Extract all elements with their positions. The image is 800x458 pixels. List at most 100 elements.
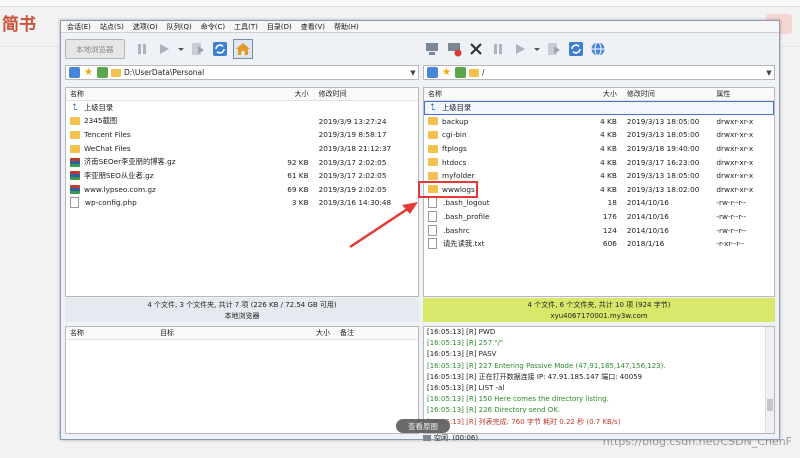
log-line: [16:05:13] [R] 150 Here comes the direct… [427, 395, 609, 404]
column-target[interactable]: 目标 [156, 328, 306, 338]
home-icon[interactable] [232, 39, 253, 59]
file-modified: 2019/3/13 18:05:00 [626, 171, 700, 181]
local-browser-button[interactable]: 本地浏览器 [65, 39, 125, 59]
dropdown-arrow-icon[interactable] [533, 40, 541, 58]
play-icon[interactable] [155, 40, 173, 58]
refresh-icon[interactable] [567, 40, 585, 58]
chevron-down-icon[interactable]: ▼ [408, 69, 418, 77]
file-name-cell: WeChat Files [66, 144, 255, 153]
menu-session[interactable]: 会话(E) [67, 22, 91, 32]
file-name: ftplogs [442, 144, 467, 154]
menu-help[interactable]: 帮助(H) [334, 22, 359, 32]
folder-icon [111, 68, 121, 77]
folder-icon [70, 117, 80, 126]
table-row[interactable]: 2345截图 2019/3/9 13:27:24 [66, 115, 418, 129]
table-row[interactable]: .bash_profile 176 2014/10/16 -rw-r--r-- [424, 210, 774, 224]
column-modified[interactable]: 修改时间 [315, 89, 418, 99]
table-row[interactable]: htdocs 4 KB 2019/3/17 16:23:00 drwxr-xr-x [424, 155, 774, 169]
pause-icon[interactable] [133, 40, 151, 58]
remote-status-summary: 4 个文件, 6 个文件夹, 共计 10 项 (924 字节) [527, 301, 671, 309]
file-modified: 2014/10/16 [626, 198, 669, 208]
remote-path-text[interactable]: / [482, 68, 764, 77]
file-modified: 2019/3/19 8:58:17 [318, 130, 387, 140]
transfer-icon[interactable] [545, 40, 563, 58]
local-path-text[interactable]: D:\UserData\Personal [124, 68, 408, 77]
archive-icon [70, 171, 80, 181]
menu-options[interactable]: 选项(O) [133, 22, 158, 32]
menu-tools[interactable]: 工具(T) [234, 22, 258, 32]
file-name: .bash_logout [443, 198, 490, 208]
column-size[interactable]: 大小 [583, 89, 623, 99]
column-size[interactable]: 大小 [306, 328, 336, 338]
remote-path-bar[interactable]: ★ / ▼ [423, 65, 775, 80]
column-size[interactable]: 大小 [255, 89, 315, 99]
dropdown-arrow-icon[interactable] [177, 40, 185, 58]
ftp-client-window: 会话(E) 站点(S) 选项(O) 队列(Q) 命令(C) 工具(T) 目录(D… [60, 20, 780, 442]
table-row[interactable]: 请先读我.txt 606 2018/1/16 -r-xr--r-- [424, 237, 774, 251]
chevron-down-icon[interactable]: ▼ [764, 69, 774, 77]
table-row[interactable]: ⮤ 上级目录 [66, 101, 418, 115]
star-icon[interactable]: ★ [441, 67, 452, 78]
play-icon[interactable] [511, 40, 529, 58]
local-file-list[interactable]: 名称 大小 修改时间 ⮤ 上级目录 2345截图 2019/3/9 13:27:24 T… [65, 87, 419, 297]
column-name[interactable]: 名称 [424, 89, 583, 99]
remote-status-bar: 4 个文件, 6 个文件夹, 共计 10 项 (924 字节) xyu40671… [423, 298, 775, 322]
file-name-cell: myfolder [424, 171, 583, 180]
network-icon[interactable] [427, 67, 438, 78]
table-row[interactable]: WeChat Files 2019/3/18 21:12:37 [66, 142, 418, 156]
disconnect-icon[interactable] [445, 40, 463, 58]
log-line: [16:05:13] [R] 列表完成: 760 字节 耗时 0.22 秒 (0… [427, 417, 621, 426]
table-row[interactable]: Tencent Files 2019/3/19 8:58:17 [66, 128, 418, 142]
menu-bar: 会话(E) 站点(S) 选项(O) 队列(Q) 命令(C) 工具(T) 目录(D… [61, 21, 779, 33]
menu-queue[interactable]: 队列(Q) [167, 22, 192, 32]
table-row[interactable]: ⮤ 上级目录 [424, 101, 774, 115]
local-path-bar[interactable]: ★ D:\UserData\Personal ▼ [65, 65, 419, 80]
table-row[interactable]: backup 4 KB 2019/3/13 18:05:00 drwxr-xr-x [424, 115, 774, 129]
table-row[interactable]: www.lypseo.com.gz 69 KB 2019/3/19 2:02:05 [66, 183, 418, 197]
file-modified: 2019/3/13 18:02:00 [626, 184, 700, 194]
table-row[interactable]: cgi-bin 4 KB 2019/3/13 18:05:00 drwxr-xr-x [424, 128, 774, 142]
column-name[interactable]: 名称 [66, 328, 156, 338]
table-row[interactable]: 济南SEOer李亚朋的博客.gz 92 KB 2019/3/17 2:02:05 [66, 155, 418, 169]
local-toolbar: 本地浏览器 [65, 34, 419, 64]
table-row[interactable]: 李亚朋SEO从业者.gz 61 KB 2019/3/17 2:02:05 [66, 169, 418, 183]
transfer-queue[interactable]: 名称 目标 大小 备注 [65, 326, 419, 434]
menu-site[interactable]: 站点(S) [100, 22, 124, 32]
menu-command[interactable]: 命令(C) [201, 22, 225, 32]
pause-icon[interactable] [489, 40, 507, 58]
column-name[interactable]: 名称 [66, 89, 255, 99]
file-name-cell: 请先读我.txt [424, 238, 583, 250]
table-row[interactable]: .bashrc 124 2014/10/16 -rw-r--r-- [424, 223, 774, 237]
star-icon[interactable]: ★ [83, 67, 94, 78]
log-scrollbar[interactable] [765, 327, 774, 433]
column-attributes[interactable]: 属性 [712, 89, 774, 99]
file-attributes: drwxr-xr-x [716, 130, 754, 140]
globe-icon[interactable] [589, 40, 607, 58]
view-original-button[interactable]: 查看原图 [396, 419, 450, 433]
table-row[interactable]: wp-config.php 3 KB 2019/3/16 14:30:48 [66, 196, 418, 210]
file-attributes: drwxr-xr-x [716, 184, 754, 194]
file-name: 上级目录 [442, 102, 472, 112]
menu-view[interactable]: 查看(V) [301, 22, 325, 32]
folder-icon [428, 130, 438, 139]
network-icon[interactable] [69, 67, 80, 78]
folder-icon [428, 144, 438, 153]
column-note[interactable]: 备注 [336, 328, 416, 338]
scrollbar-thumb[interactable] [767, 399, 773, 411]
menu-directory[interactable]: 目录(D) [267, 22, 292, 32]
table-row[interactable]: ftplogs 4 KB 2019/3/18 19:40:00 drwxr-xr-x [424, 142, 774, 156]
column-modified[interactable]: 修改时间 [623, 89, 712, 99]
close-icon[interactable] [467, 40, 485, 58]
file-size: 4 KB [600, 157, 617, 167]
session-log[interactable]: [16:05:13] [R] PWD [16:05:13] [R] 257 "/"… [423, 326, 775, 434]
transfer-icon[interactable] [189, 40, 207, 58]
remote-host-label: xyu4067170001.my3w.com [550, 312, 648, 320]
file-modified: 2014/10/16 [626, 225, 669, 235]
log-line: [16:05:13] [R] 227 Entering Passive Mode… [427, 361, 666, 370]
sync-icon[interactable] [97, 67, 108, 78]
connect-icon[interactable] [423, 40, 441, 58]
file-attributes: drwxr-xr-x [716, 144, 754, 154]
refresh-icon[interactable] [211, 40, 229, 58]
table-row[interactable]: .bash_logout 18 2014/10/16 -rw-r--r-- [424, 196, 774, 210]
sync-icon[interactable] [455, 67, 466, 78]
